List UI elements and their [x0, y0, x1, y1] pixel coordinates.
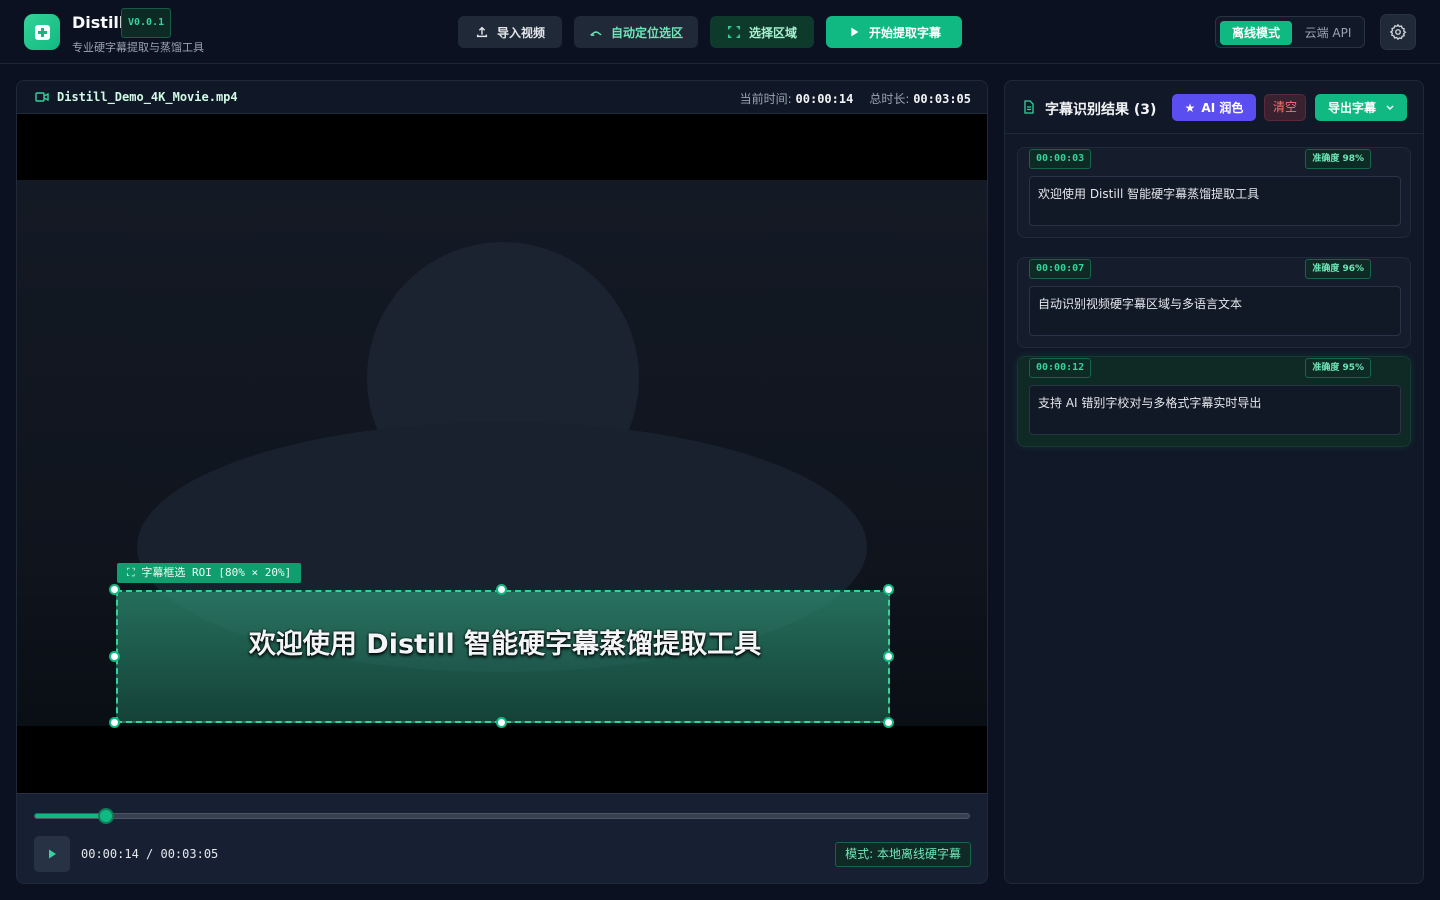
video-viewport[interactable]: ⛶ 字幕框选 ROI [80% × 20%] 欢迎使用 Distill 智能硬字…: [17, 114, 987, 793]
ai-polish-label: AI 润色: [1201, 101, 1244, 115]
gear-icon: [1389, 23, 1407, 41]
roi-handle-left[interactable]: [109, 651, 120, 662]
chevron-down-icon: [1386, 104, 1394, 110]
roi-handle-top-left[interactable]: [109, 584, 120, 595]
total-time-label: 总时长:: [869, 92, 910, 106]
results-panel: 字幕识别结果 (3) ★ AI 润色 清空 导出字幕 00:00:03 准确度 …: [1004, 80, 1424, 884]
subtitle-text-field[interactable]: 欢迎使用 Distill 智能硬字幕蒸馏提取工具: [1029, 176, 1401, 226]
start-extract-label: 开始提取字幕: [868, 25, 941, 40]
auto-locate-label: 自动定位选区: [610, 25, 683, 40]
roi-handle-bottom-left[interactable]: [109, 717, 120, 728]
select-region-icon: [727, 25, 741, 39]
time-info: 当前时间: 00:00:14 总时长: 00:03:05: [740, 90, 971, 107]
results-title: 字幕识别结果 (3): [1045, 102, 1157, 118]
app-subtitle: 专业硬字幕提取与蒸馏工具: [72, 41, 204, 54]
seek-bar-progress: [35, 814, 106, 818]
accuracy-badge: 准确度 96%: [1305, 259, 1371, 279]
subtitle-timestamp: 00:00:12: [1029, 358, 1092, 378]
seek-bar[interactable]: [34, 808, 970, 824]
app-logo-icon: [24, 14, 60, 50]
mode-toggle: 离线模式 云端 API: [1215, 16, 1365, 48]
version-badge: V0.0.1: [121, 8, 172, 38]
offline-mode-option[interactable]: 离线模式: [1220, 21, 1292, 45]
accuracy-badge: 准确度 98%: [1305, 149, 1371, 169]
video-header: Distill_Demo_4K_Movie.mp4 当前时间: 00:00:14…: [17, 81, 987, 114]
route-icon: [590, 31, 602, 36]
import-video-button[interactable]: 导入视频: [458, 16, 562, 48]
document-icon: [1024, 100, 1034, 114]
subtitle-timestamp: 00:00:07: [1029, 259, 1092, 279]
roi-handle-top-center[interactable]: [496, 584, 507, 595]
roi-handle-bottom-center[interactable]: [496, 717, 507, 728]
upload-icon: [476, 26, 488, 38]
top-bar: Distill V0.0.1 专业硬字幕提取与蒸馏工具 导入视频 自动定位选区 …: [0, 0, 1440, 64]
auto-locate-button[interactable]: 自动定位选区: [574, 16, 698, 48]
select-region-label: 选择区域: [748, 25, 797, 40]
import-video-label: 导入视频: [496, 25, 545, 40]
select-region-button[interactable]: 选择区域: [710, 16, 814, 48]
roi-handle-right[interactable]: [883, 651, 894, 662]
video-panel: Distill_Demo_4K_Movie.mp4 当前时间: 00:00:14…: [16, 80, 988, 884]
play-button[interactable]: [34, 836, 70, 872]
subtitle-card-active[interactable]: 00:00:12 准确度 95% 支持 AI 错别字校对与多格式字幕实时导出: [1017, 356, 1411, 447]
results-header: 字幕识别结果 (3) ★ AI 润色 清空 导出字幕: [1005, 81, 1423, 134]
roi-selection-box[interactable]: 欢迎使用 Distill 智能硬字幕蒸馏提取工具: [116, 590, 890, 723]
subtitle-text-field[interactable]: 自动识别视频硬字幕区域与多语言文本: [1029, 286, 1401, 336]
video-filename: Distill_Demo_4K_Movie.mp4: [57, 90, 238, 104]
export-subtitles-label: 导出字幕: [1327, 101, 1376, 115]
total-time: 00:03:05: [913, 92, 971, 106]
start-extract-button[interactable]: 开始提取字幕: [826, 16, 962, 48]
cloud-api-option[interactable]: 云端 API: [1296, 21, 1360, 45]
roi-handle-top-right[interactable]: [883, 584, 894, 595]
subtitle-overlay-text: 欢迎使用 Distill 智能硬字幕蒸馏提取工具: [248, 629, 762, 660]
seek-bar-thumb[interactable]: [97, 808, 114, 824]
subtitle-text-field[interactable]: 支持 AI 错别字校对与多格式字幕实时导出: [1029, 385, 1401, 435]
play-icon: [851, 27, 859, 37]
subtitle-card[interactable]: 00:00:07 准确度 96% 自动识别视频硬字幕区域与多语言文本: [1017, 257, 1411, 348]
subtitle-card[interactable]: 00:00:03 准确度 98% 欢迎使用 Distill 智能硬字幕蒸馏提取工…: [1017, 147, 1411, 238]
current-time: 00:00:14: [795, 92, 854, 106]
playback-time: 00:00:14 / 00:03:05: [81, 847, 219, 861]
settings-button[interactable]: [1380, 14, 1416, 50]
app-name: Distill: [72, 13, 125, 32]
current-time-label: 当前时间:: [739, 92, 792, 106]
clear-button[interactable]: 清空: [1264, 94, 1306, 121]
accuracy-badge: 准确度 95%: [1305, 358, 1371, 378]
roi-handle-bottom-right[interactable]: [883, 717, 894, 728]
subtitle-timestamp: 00:00:03: [1029, 149, 1092, 169]
roi-tag: ⛶ 字幕框选 ROI [80% × 20%]: [117, 563, 302, 583]
video-file-icon: [35, 92, 49, 102]
ai-polish-button[interactable]: ★ AI 润色: [1172, 94, 1256, 121]
export-subtitles-button[interactable]: 导出字幕: [1315, 94, 1407, 121]
star-icon: ★: [1184, 100, 1196, 115]
play-icon: [49, 849, 56, 859]
mode-badge: 模式: 本地离线硬字幕: [835, 842, 971, 867]
playback-controls: 00:00:14 / 00:03:05 模式: 本地离线硬字幕: [17, 793, 987, 883]
